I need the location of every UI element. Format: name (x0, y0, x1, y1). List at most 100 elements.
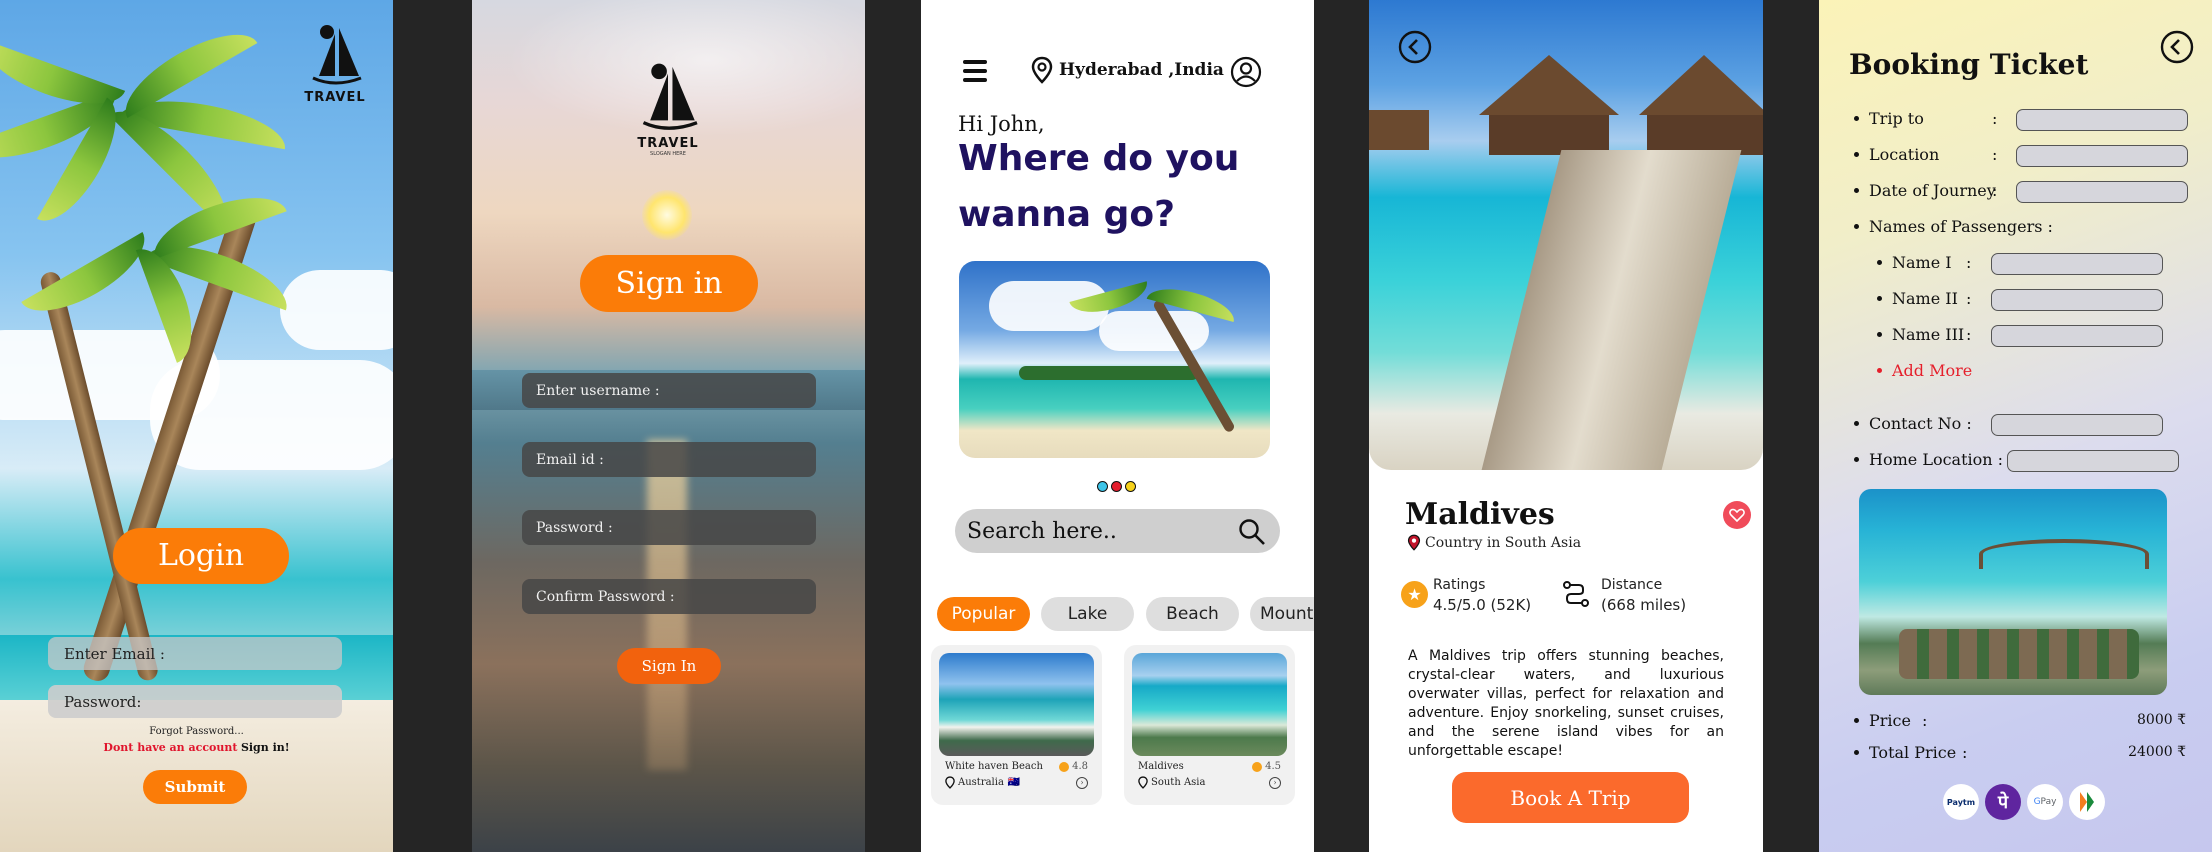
chip-beach[interactable]: Beach (1146, 597, 1239, 631)
trip-to-input[interactable] (2016, 109, 2188, 131)
sign-in-heading-button[interactable]: Sign in (580, 255, 758, 312)
confirm-password-field[interactable]: Confirm Password : (522, 579, 816, 614)
profile-icon[interactable] (1230, 56, 1262, 88)
location-text: Hyderabad ,India (1059, 60, 1224, 80)
home-location-label: Home Location : (1854, 450, 2003, 469)
detail-screen: Maldives Country in South Asia ★ Ratings… (1369, 0, 1763, 852)
total-price-value: 24000 ₹ (2128, 744, 2186, 760)
book-trip-button[interactable]: Book A Trip (1452, 772, 1689, 823)
logo-text: TRAVEL (637, 136, 699, 151)
map-pin-icon (1407, 534, 1421, 551)
card-name: Maldives (1138, 761, 1184, 772)
star-icon (1059, 761, 1070, 772)
search-icon[interactable] (1238, 518, 1266, 546)
card-image (939, 653, 1094, 756)
destination-card[interactable]: Maldives South Asia 4.5 › (1124, 645, 1295, 805)
no-account-text: Dont have an account (103, 741, 238, 754)
destination-card[interactable]: White haven Beach Australia 🇦🇺 4.8 › (931, 645, 1102, 805)
signup-prompt: Dont have an account Sign in! (0, 741, 393, 754)
travel-logo: TRAVEL (295, 20, 375, 105)
add-more-link[interactable]: Add More (1877, 361, 1972, 380)
booking-title: Booking Ticket (1849, 48, 2089, 81)
bhim-icon[interactable] (2069, 784, 2105, 820)
location-selector[interactable]: Hyderabad ,India (1031, 56, 1224, 84)
password-field[interactable]: Password : (522, 510, 816, 545)
hero-image (1369, 0, 1763, 470)
cloud (280, 270, 393, 350)
price-value: 8000 ₹ (2137, 712, 2186, 728)
destination-title: Maldives (1405, 497, 1555, 532)
name-3-label: Name III: (1877, 325, 1971, 344)
password-field[interactable]: Password: (48, 685, 342, 718)
menu-icon[interactable] (963, 60, 987, 82)
price-label: Price: (1854, 711, 1927, 730)
name-2-input[interactable] (1991, 289, 2163, 311)
back-icon[interactable] (2160, 30, 2194, 64)
greeting: Hi John, (958, 112, 1045, 136)
card-name: White haven Beach (945, 761, 1043, 772)
star-icon (1252, 761, 1263, 772)
gpay-icon[interactable]: G Pay (2027, 784, 2063, 820)
distance-value: (668 miles) (1601, 596, 1687, 614)
username-field[interactable]: Enter username : (522, 373, 816, 408)
chip-popular[interactable]: Popular (937, 597, 1030, 631)
ratings-value: 4.5/5.0 (52K) (1433, 596, 1532, 614)
chip-mountain[interactable]: Mount (1250, 597, 1314, 631)
route-icon (1563, 581, 1589, 607)
forgot-password-link[interactable]: Forgot Password... (0, 726, 393, 737)
home-location-input[interactable] (2007, 450, 2179, 472)
flag-icon: 🇦🇺 (1007, 777, 1021, 788)
total-price-label: Total Price: (1854, 743, 1967, 762)
payment-options: Paytm पे G Pay (1943, 784, 2105, 820)
map-pin-icon (945, 776, 955, 789)
travel-logo: TRAVEL SLOGAN HERE (618, 58, 718, 157)
phonepe-icon[interactable]: पे (1985, 784, 2021, 820)
chevron-right-icon[interactable]: › (1269, 777, 1281, 789)
card-rating: 4.8 (1059, 761, 1088, 772)
contact-input[interactable] (1991, 414, 2163, 436)
booking-destination-image (1859, 489, 2167, 695)
login-screen: TRAVEL Login Enter Email : Password: For… (0, 0, 393, 852)
name-1-input[interactable] (1991, 253, 2163, 275)
card-rating: 4.5 (1252, 761, 1281, 772)
back-icon[interactable] (1398, 30, 1432, 64)
date-label: Date of Journey: (1854, 181, 1997, 200)
headline-line-1: Where do you (958, 138, 1240, 179)
card-location: South Asia (1138, 776, 1205, 789)
search-bar[interactable]: Search here.. (955, 509, 1280, 553)
favorite-heart-icon[interactable] (1723, 501, 1751, 529)
sign-in-button[interactable]: Sign In (617, 648, 721, 684)
carousel-dots[interactable] (1097, 481, 1136, 492)
submit-button[interactable]: Submit (143, 770, 247, 804)
login-button[interactable]: Login (113, 528, 289, 584)
card-image (1132, 653, 1287, 756)
passengers-label: Names of Passengers : (1854, 217, 2053, 236)
contact-label: Contact No : (1854, 414, 1972, 433)
date-input[interactable] (2016, 181, 2188, 203)
location-label: Location: (1854, 145, 1997, 164)
chevron-right-icon[interactable]: › (1076, 777, 1088, 789)
logo-tagline: SLOGAN HERE (650, 151, 686, 157)
booking-screen: Booking Ticket Trip to: Location: Date o… (1819, 0, 2212, 852)
email-field[interactable]: Enter Email : (48, 637, 342, 670)
name-2-label: Name II: (1877, 289, 1971, 308)
sailboat-logo-icon (642, 63, 698, 130)
chip-lake[interactable]: Lake (1041, 597, 1134, 631)
map-pin-icon (1138, 776, 1148, 789)
featured-image[interactable] (959, 261, 1270, 458)
sign-in-link[interactable]: Sign in! (241, 741, 290, 754)
email-field[interactable]: Email id : (522, 442, 816, 477)
name-3-input[interactable] (1991, 325, 2163, 347)
map-pin-icon (1031, 56, 1053, 84)
description: A Maldives trip offers stunning beaches,… (1408, 648, 1724, 759)
destination-subtitle: Country in South Asia (1407, 534, 1581, 551)
card-location: Australia 🇦🇺 (945, 776, 1020, 789)
location-input[interactable] (2016, 145, 2188, 167)
headline-line-2: wanna go? (958, 194, 1176, 235)
trip-to-label: Trip to: (1854, 109, 1997, 128)
paytm-icon[interactable]: Paytm (1943, 784, 1979, 820)
home-screen: Hyderabad ,India Hi John, Where do you w… (921, 0, 1314, 852)
sun (642, 190, 692, 240)
search-input[interactable]: Search here.. (967, 519, 1117, 544)
distance-label: Distance (1601, 577, 1663, 593)
